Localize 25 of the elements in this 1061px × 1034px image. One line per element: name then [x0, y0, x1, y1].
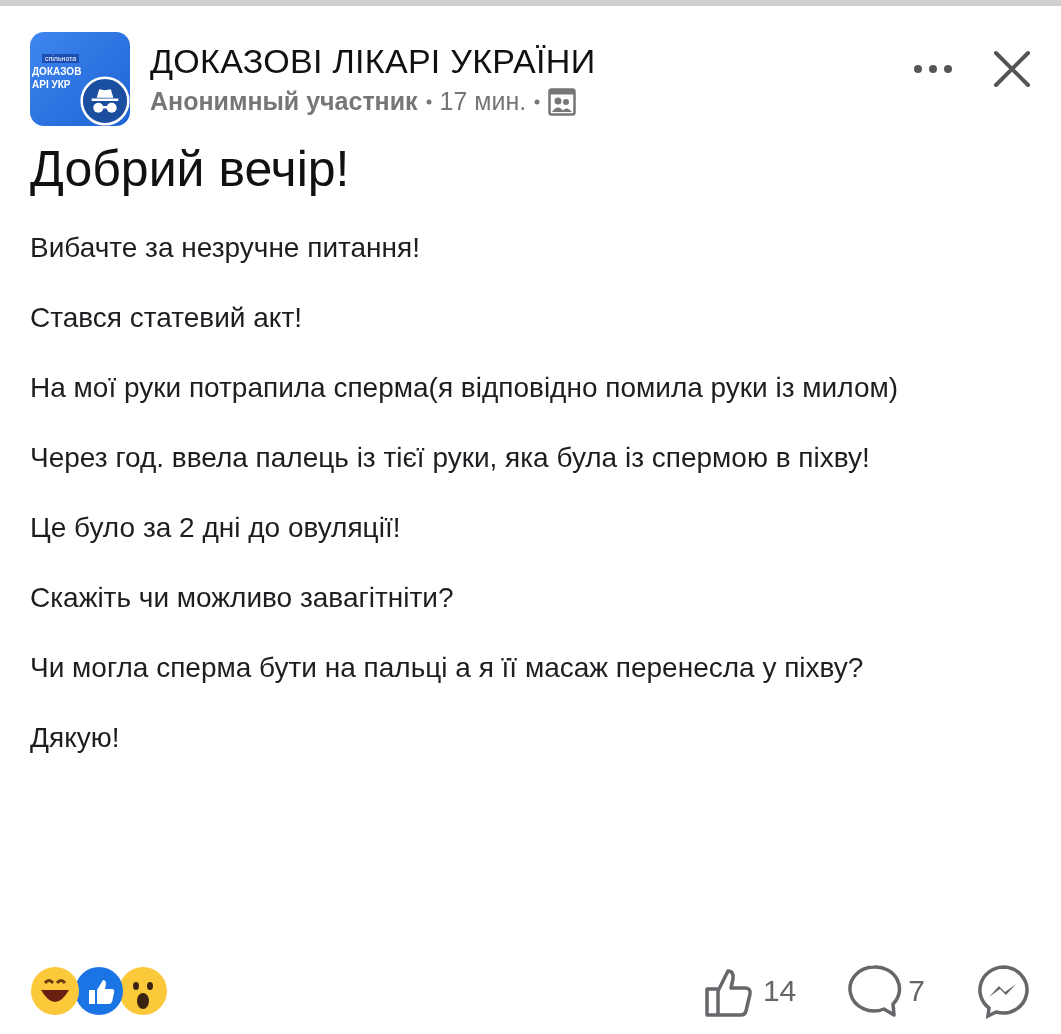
logo-text: АРІ УКР [32, 78, 71, 91]
author-name: Анонимный участник [150, 87, 418, 116]
post-paragraph: Дякую! [30, 721, 121, 755]
post-paragraph: Скажіть чи можливо завагітніти? [30, 581, 455, 615]
haha-reaction-icon [30, 966, 80, 1016]
logo-text: ДОКАЗОВ [32, 65, 82, 78]
group-members-icon [548, 87, 577, 116]
post-paragraph: Це було за 2 дні до овуляції! [30, 511, 402, 545]
messenger-share-button[interactable] [975, 963, 1031, 1019]
post-paragraph: На мої руки потрапила сперма(я відповідно помила руки із милом) [30, 371, 900, 405]
post-time: 17 мин. [439, 87, 527, 116]
like-reaction-icon [74, 966, 124, 1016]
close-button[interactable] [993, 50, 1031, 88]
post-paragraph: Через год. ввела палець із тієї руки, яка була із спермою в піхву! [30, 441, 871, 475]
separator-dot-icon [425, 98, 432, 105]
more-options-button[interactable] [913, 64, 953, 74]
post-title: Добрий вечір! [30, 140, 351, 198]
group-name[interactable]: ДОКАЗОВІ ЛІКАРІ УКРАЇНИ [150, 42, 899, 81]
incognito-avatar-icon [80, 76, 130, 126]
separator-dot-icon [534, 98, 541, 105]
post-paragraph: Вибачте за незручне питання! [30, 231, 421, 265]
wow-reaction-icon [118, 966, 168, 1016]
like-button[interactable]: 14 [700, 963, 797, 1019]
post-paragraph: Стався статевий акт! [30, 301, 304, 335]
post-paragraph: Чи могла сперма бути на пальці а я її масаж перенесла у піхву? [30, 651, 865, 685]
